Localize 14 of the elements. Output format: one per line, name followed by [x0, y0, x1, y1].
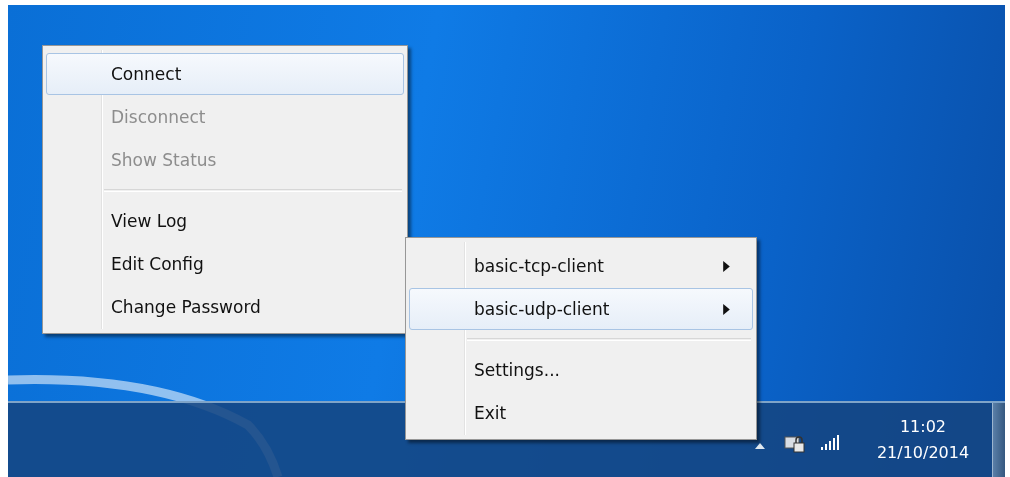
menu-item[interactable]: Change Password: [46, 286, 404, 328]
menu-item[interactable]: basic-tcp-client: [409, 245, 753, 287]
signal-bars-icon[interactable]: [820, 434, 840, 450]
menu-item[interactable]: Exit: [409, 392, 753, 434]
clock[interactable]: 11:02 21/10/2014: [868, 414, 978, 466]
menu-item[interactable]: View Log: [46, 200, 404, 242]
menu-item[interactable]: Settings...: [409, 349, 753, 391]
menu-item[interactable]: Edit Config: [46, 243, 404, 285]
show-hidden-icons-icon[interactable]: [754, 442, 766, 450]
clock-date: 21/10/2014: [876, 442, 970, 464]
show-desktop-button[interactable]: [992, 403, 1005, 477]
menu-item[interactable]: basic-udp-client: [409, 288, 753, 330]
menu-item[interactable]: Connect: [46, 53, 404, 95]
clock-time: 11:02: [899, 416, 947, 438]
